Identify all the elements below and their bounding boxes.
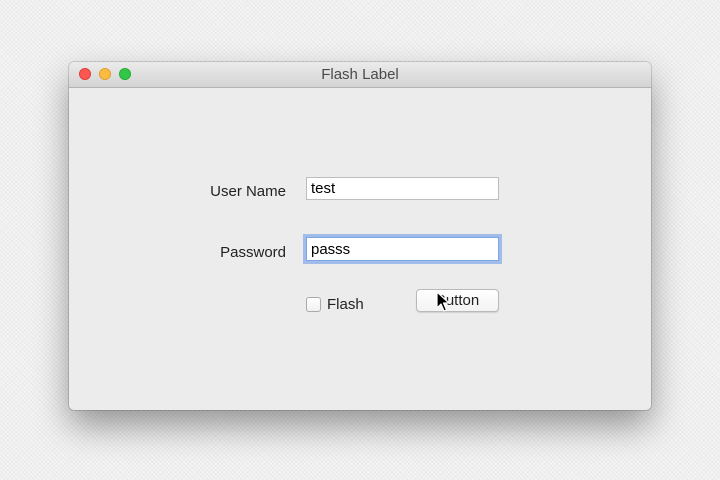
window-title: Flash Label — [321, 66, 399, 83]
flash-checkbox[interactable] — [306, 297, 321, 312]
password-label: Password — [220, 244, 286, 261]
app-window: Flash Label User Name Password Flash But… — [69, 62, 651, 410]
username-input[interactable] — [306, 177, 499, 200]
arrow-cursor-icon — [436, 291, 450, 312]
form-area: User Name Password Flash Button — [69, 88, 651, 410]
password-input[interactable] — [306, 237, 499, 261]
title-bar[interactable]: Flash Label — [69, 62, 651, 88]
flash-checkbox-label[interactable]: Flash — [327, 296, 364, 313]
push-button[interactable]: Button — [416, 289, 499, 312]
username-label: User Name — [210, 183, 286, 200]
